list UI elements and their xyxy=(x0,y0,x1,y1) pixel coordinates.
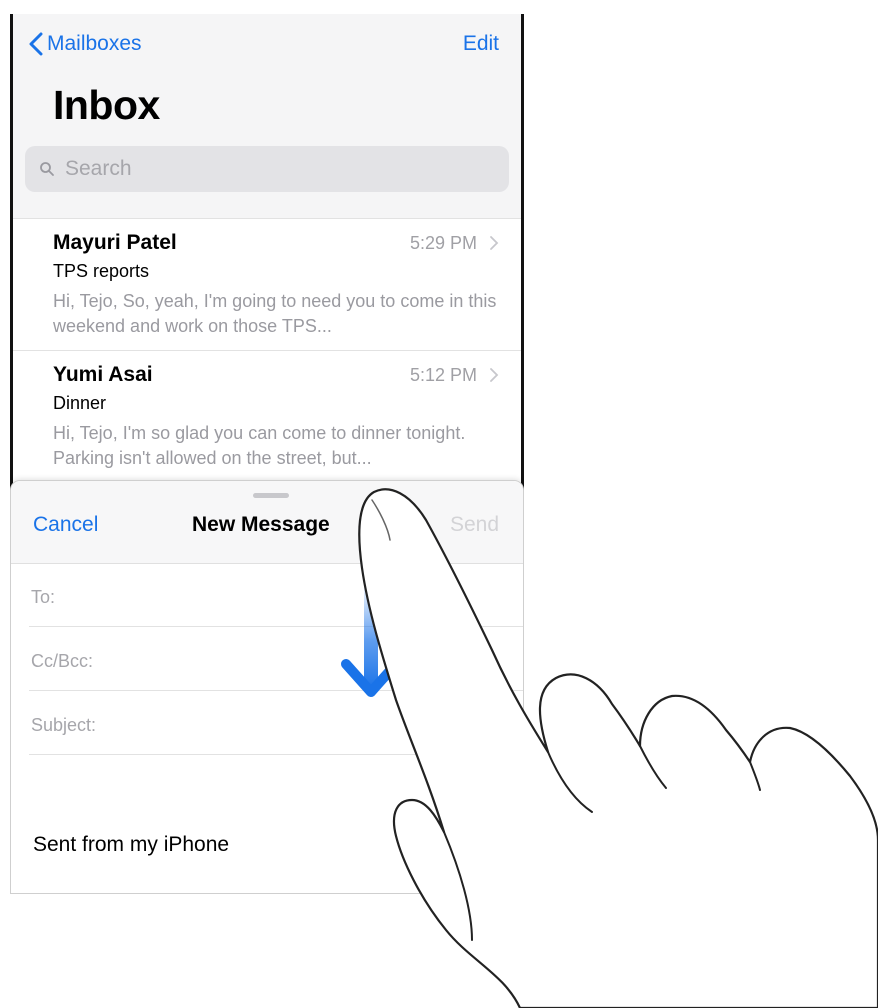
inbox-header: Mailboxes Edit Inbox xyxy=(13,14,521,218)
subject-field-label: Subject: xyxy=(31,715,97,735)
phone-screen: Mailboxes Edit Inbox Mayuri Patel 5:29 P… xyxy=(10,14,524,894)
page-title: Inbox xyxy=(53,82,160,128)
search-input[interactable] xyxy=(63,156,467,182)
mail-preview: Hi, Tejo, I'm so glad you can come to di… xyxy=(53,423,466,468)
to-field-label: To: xyxy=(31,587,56,607)
subject-field[interactable]: Subject: xyxy=(29,691,523,755)
compose-title: New Message xyxy=(192,513,330,536)
chevron-left-icon xyxy=(29,32,43,56)
compose-sheet[interactable]: Cancel New Message Send To: Cc/Bcc: Subj… xyxy=(10,480,524,894)
mail-subject: Dinner xyxy=(53,393,107,413)
cc-bcc-field[interactable]: Cc/Bcc: xyxy=(29,627,523,691)
mail-list-item[interactable]: Mayuri Patel 5:29 PM TPS reports Hi, Tej… xyxy=(13,218,521,349)
compose-nav-bar: Cancel New Message Send xyxy=(11,481,523,564)
mailboxes-back-button[interactable]: Mailboxes xyxy=(29,32,142,56)
back-button-label: Mailboxes xyxy=(47,32,142,55)
mail-sender: Mayuri Patel xyxy=(53,231,177,254)
inbox-screen: Mailboxes Edit Inbox Mayuri Patel 5:29 P… xyxy=(10,14,524,494)
edit-button[interactable]: Edit xyxy=(463,32,499,56)
mail-subject: TPS reports xyxy=(53,261,150,281)
mail-list-item[interactable]: Yumi Asai 5:12 PM Dinner Hi, Tejo, I'm s… xyxy=(13,350,521,481)
message-body-signature[interactable]: Sent from my iPhone xyxy=(33,833,229,857)
sheet-grabber-handle[interactable] xyxy=(253,493,289,498)
mail-time: 5:29 PM xyxy=(409,233,477,253)
to-field[interactable]: To: xyxy=(29,563,523,627)
mail-preview: Hi, Tejo, So, yeah, I'm going to need yo… xyxy=(53,291,497,336)
search-bar[interactable] xyxy=(25,146,509,192)
send-button[interactable]: Send xyxy=(450,513,499,537)
cc-bcc-field-label: Cc/Bcc: xyxy=(31,651,94,671)
swipe-down-arrow-icon xyxy=(341,580,401,697)
mail-sender: Yumi Asai xyxy=(53,363,153,386)
chevron-right-icon xyxy=(490,368,499,382)
mail-time: 5:12 PM xyxy=(409,365,477,385)
cancel-button[interactable]: Cancel xyxy=(33,513,98,537)
search-icon xyxy=(40,162,54,176)
chevron-right-icon xyxy=(490,236,499,250)
